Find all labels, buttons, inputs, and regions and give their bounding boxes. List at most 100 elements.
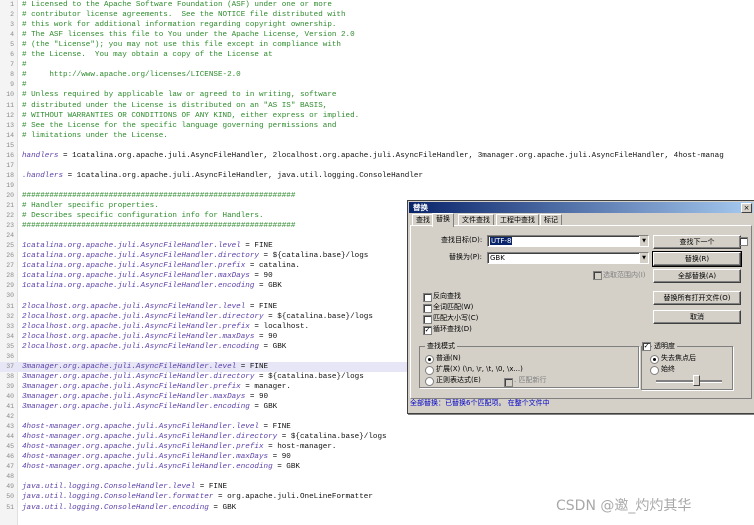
line-number: 17 (6, 161, 14, 169)
replace-value: GBK (490, 254, 505, 262)
line-number: 6 (10, 51, 14, 59)
line-number: 5 (10, 41, 14, 49)
line-number: 1 (10, 1, 14, 8)
code-text: # WITHOUT WARRANTIES OR CONDITIONS OF AN… (22, 111, 360, 120)
code-line: 14 # limitations under the License. (0, 131, 754, 141)
code-text: handlers = 1catalina.org.apache.juli.Asy… (22, 151, 724, 161)
replace-button[interactable]: 替换(R) (652, 251, 742, 267)
chevron-down-icon[interactable]: ▼ (639, 253, 648, 263)
line-number: 31 (6, 302, 14, 310)
code-line: 12 # WITHOUT WARRANTIES OR CONDITIONS OF … (0, 111, 754, 121)
always-radio[interactable] (650, 366, 659, 375)
property-value: = FINE (195, 483, 228, 492)
property-value: = GBK (272, 463, 300, 472)
transparency-slider-thumb[interactable] (692, 375, 700, 386)
find-next-button[interactable]: 查找下一个 (653, 235, 741, 249)
line-number: 51 (6, 503, 14, 511)
property-value: = ${catalina.base}/logs (258, 252, 369, 261)
replace-input[interactable]: GBK ▼ (487, 252, 649, 264)
code-line: 8 # http://www.apache.org/licenses/LICENS… (0, 70, 754, 80)
property-key: 1catalina.org.apache.juli.AsyncFileHandl… (22, 252, 259, 261)
property-value: = host-manager. (263, 443, 337, 452)
replace-all-open-files-button[interactable]: 替换所有打开文件(O) (653, 291, 741, 305)
line-number: 49 (6, 483, 14, 491)
code-line: 48 (0, 472, 754, 482)
code-line: 45 4host-manager.org.apache.juli.AsyncFil… (0, 442, 754, 452)
match-case-checkbox[interactable] (423, 315, 432, 324)
code-text: 4host-manager.org.apache.juli.AsyncFileH… (22, 462, 300, 472)
backward-checkbox[interactable] (423, 293, 432, 302)
transparency-slider[interactable] (656, 380, 722, 383)
backward-label: 反向查找 (433, 292, 461, 300)
code-text: 3manager.org.apache.juli.AsyncFileHandle… (22, 402, 277, 412)
code-text: 1catalina.org.apache.juli.AsyncFileHandl… (22, 241, 273, 251)
line-number: 43 (6, 423, 14, 431)
line-number: 48 (6, 473, 14, 481)
line-number: 21 (6, 202, 14, 209)
transparency-checkbox[interactable]: ✓ (642, 342, 651, 351)
property-value: = 90 (268, 453, 291, 462)
property-value: = 90 (254, 332, 278, 341)
line-number: 8 (10, 71, 14, 79)
code-text: ########################################… (22, 222, 296, 231)
property-key: 3manager.org.apache.juli.AsyncFileHandle… (22, 362, 237, 371)
always-label: 始终 (661, 365, 675, 373)
mode-normal-label: 普通(N) (436, 354, 461, 362)
line-number: 38 (6, 372, 14, 380)
code-line: 13 # See the License for the specific lan… (0, 121, 754, 131)
line-number: 29 (6, 282, 14, 290)
code-text: # (22, 81, 27, 90)
line-number: 16 (6, 151, 14, 159)
code-text: 3manager.org.apache.juli.AsyncFileHandle… (22, 392, 268, 402)
property-key: java.util.logging.ConsoleHandler.encodin… (22, 503, 209, 512)
line-number: 19 (6, 181, 14, 189)
line-number: 18 (6, 171, 14, 179)
whole-word-checkbox[interactable] (423, 304, 432, 313)
property-key: 2localhost.org.apache.juli.AsyncFileHand… (22, 342, 259, 351)
transparency-group: ✓ 透明度 失去焦点后 始终 (641, 341, 733, 390)
code-text: # (22, 61, 27, 70)
replace-all-button[interactable]: 全部替换(A) (653, 269, 741, 283)
code-text: ########################################… (22, 191, 296, 200)
code-text: 3manager.org.apache.juli.AsyncFileHandle… (22, 362, 268, 372)
mode-normal-radio[interactable] (425, 355, 434, 364)
property-key: 3manager.org.apache.juli.AsyncFileHandle… (22, 392, 246, 401)
mode-extended-radio[interactable] (425, 366, 434, 375)
code-line: 7 # (0, 60, 754, 70)
dot-newline-checkbox[interactable] (504, 378, 513, 387)
property-value: = GBK (249, 403, 278, 411)
code-text: 2localhost.org.apache.juli.AsyncFileHand… (22, 302, 277, 312)
code-text: 2localhost.org.apache.juli.AsyncFileHand… (22, 322, 309, 332)
code-line: 11 # distributed under the License is dis… (0, 101, 754, 111)
code-text: # http://www.apache.org/licenses/LICENSE… (22, 71, 241, 80)
code-line: 47 4host-manager.org.apache.juli.AsyncFil… (0, 462, 754, 472)
find-input[interactable]: UTF-8 ▼ (487, 235, 649, 247)
cancel-button[interactable]: 取消 (653, 310, 741, 324)
wrap-checkbox[interactable]: ✓ (423, 326, 432, 335)
chevron-down-icon[interactable]: ▼ (639, 236, 648, 246)
find-next-checkbox[interactable] (739, 237, 748, 246)
line-number: 46 (6, 453, 14, 461)
property-value: = org.apache.juli.OneLineFormatter (213, 493, 373, 502)
code-text: 4host-manager.org.apache.juli.AsyncFileH… (22, 432, 387, 442)
line-number: 9 (10, 81, 14, 89)
selection-only-checkbox[interactable] (593, 271, 602, 280)
code-text: # Describes specific configuration info … (22, 212, 264, 221)
code-text: java.util.logging.ConsoleHandler.level =… (22, 482, 227, 492)
code-text: # the License. You may obtain a copy of … (22, 51, 273, 60)
property-value: = GBK (258, 342, 287, 351)
close-button[interactable]: × (741, 203, 752, 213)
match-case-label: 匹配大小写(C) (433, 314, 479, 322)
on-focus-lost-label: 失去焦点后 (661, 354, 696, 362)
code-text: # (the "License"); you may not use this … (22, 41, 341, 50)
whole-word-label: 全词匹配(W) (433, 303, 474, 311)
property-key: 4host-manager.org.apache.juli.AsyncFileH… (22, 443, 264, 452)
on-focus-lost-radio[interactable] (650, 355, 659, 364)
property-value: = FINE (240, 242, 273, 251)
tab-replace[interactable]: 替换 (432, 213, 454, 227)
mode-regex-radio[interactable] (425, 377, 434, 386)
line-number: 25 (6, 242, 14, 250)
code-text: 4host-manager.org.apache.juli.AsyncFileH… (22, 422, 291, 432)
line-number: 10 (6, 91, 14, 99)
property-key: 2localhost.org.apache.juli.AsyncFileHand… (22, 312, 264, 321)
